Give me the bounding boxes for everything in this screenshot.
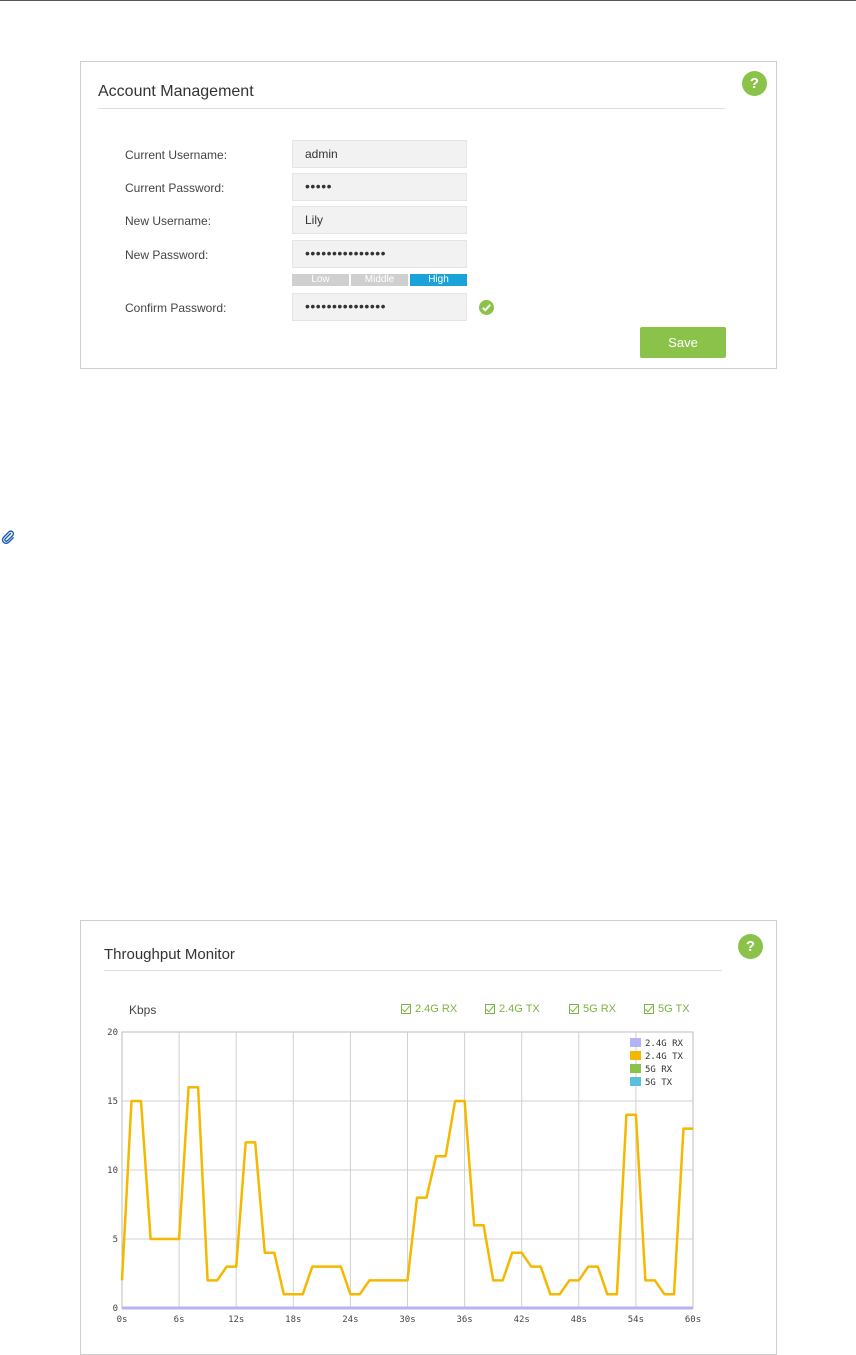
x-tick-label: 18s	[285, 1315, 301, 1325]
y-tick-label: 0	[113, 1304, 118, 1314]
x-tick-label: 30s	[399, 1315, 415, 1325]
legend-label: 5G TX	[645, 1078, 673, 1088]
x-tick-label: 36s	[456, 1315, 472, 1325]
x-tick-label: 48s	[571, 1315, 587, 1325]
x-tick-label: 42s	[514, 1315, 530, 1325]
y-tick-label: 5	[113, 1235, 118, 1245]
x-tick-label: 54s	[628, 1315, 644, 1325]
legend-swatch	[630, 1077, 641, 1086]
x-tick-label: 60s	[685, 1315, 701, 1325]
legend-swatch	[630, 1051, 641, 1060]
y-tick-label: 15	[107, 1097, 118, 1107]
y-tick-label: 20	[107, 1028, 118, 1038]
throughput-chart: 0s 6s 12s 18s 24s 30s 36s 42s 48s 54s 60s 0 5 10 15 20 2…	[107, 1028, 701, 1325]
x-tick-label: 0s	[117, 1315, 128, 1325]
legend-label: 5G RX	[645, 1065, 673, 1075]
legend-swatch	[630, 1064, 641, 1073]
x-tick-label: 12s	[228, 1315, 244, 1325]
x-tick-label: 24s	[342, 1315, 358, 1325]
legend-swatch	[630, 1038, 641, 1047]
y-tick-label: 10	[107, 1166, 118, 1176]
legend-label: 2.4G TX	[645, 1052, 684, 1062]
x-tick-label: 6s	[174, 1315, 185, 1325]
legend-label: 2.4G RX	[645, 1039, 684, 1049]
